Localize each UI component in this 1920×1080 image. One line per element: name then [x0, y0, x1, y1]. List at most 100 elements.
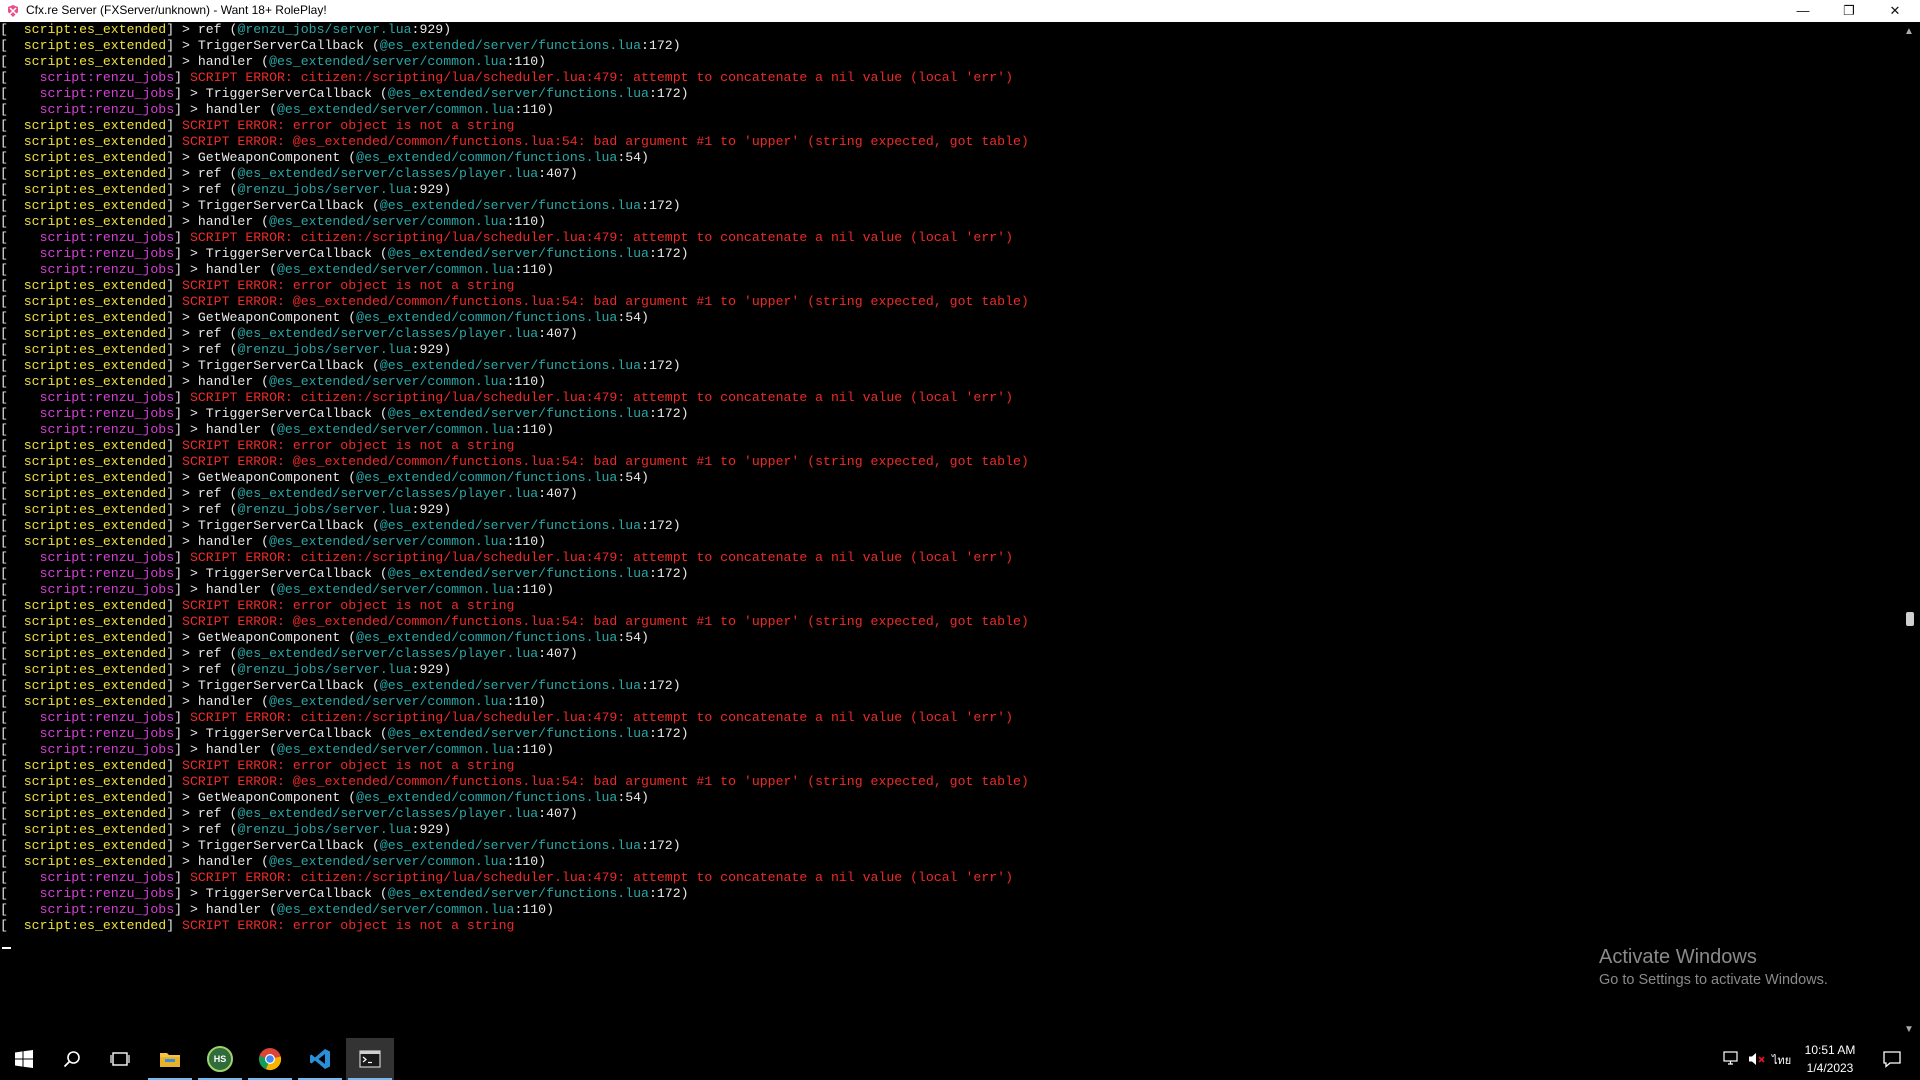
line-location: :110): [506, 694, 547, 709]
scroll-thumb[interactable]: [1906, 612, 1914, 626]
line-paren-open: (: [371, 678, 380, 693]
line-close-bracket: ]: [166, 918, 183, 933]
line-close-bracket: ]: [166, 22, 183, 37]
line-close-bracket: ]: [166, 774, 183, 789]
notification-icon: [1883, 1051, 1901, 1068]
line-source: script:es_extended: [23, 374, 167, 389]
chrome-button[interactable]: [246, 1038, 294, 1080]
minimize-button[interactable]: —: [1780, 0, 1826, 22]
console-line: [ script:renzu_jobs] SCRIPT ERROR: citiz…: [0, 550, 1029, 566]
line-close-bracket: ]: [166, 598, 183, 613]
console-line: [ script:es_extended] > GetWeaponCompone…: [0, 470, 1029, 486]
line-open-bracket: [: [0, 918, 24, 933]
line-message: SCRIPT ERROR: citizen:/scripting/lua/sch…: [189, 710, 1013, 725]
line-message: > GetWeaponComponent: [182, 630, 349, 645]
line-file-path: @es_extended/server/functions.lua: [379, 358, 642, 373]
line-close-bracket: ]: [166, 662, 183, 677]
line-open-bracket: [: [0, 742, 40, 757]
notification-center-button[interactable]: [1872, 1038, 1912, 1080]
line-open-bracket: [: [0, 246, 40, 261]
console-line: [ script:es_extended] SCRIPT ERROR: @es_…: [0, 294, 1029, 310]
line-message: > GetWeaponComponent: [182, 470, 349, 485]
line-open-bracket: [: [0, 502, 24, 517]
search-button[interactable]: [48, 1038, 96, 1080]
line-message: SCRIPT ERROR: error object is not a stri…: [182, 278, 515, 293]
line-source: script:es_extended: [23, 534, 167, 549]
line-source: script:renzu_jobs: [39, 422, 175, 437]
line-close-bracket: ]: [174, 86, 190, 101]
line-file-path: @es_extended/server/functions.lua: [379, 198, 642, 213]
scroll-up-arrow-icon[interactable]: ▲: [1904, 26, 1914, 37]
line-source: script:renzu_jobs: [39, 902, 175, 917]
restore-button[interactable]: ❐: [1826, 0, 1872, 22]
console-line: [ script:renzu_jobs] > handler (@es_exte…: [0, 102, 1029, 118]
line-open-bracket: [: [0, 198, 24, 213]
input-language[interactable]: ไทย: [1772, 1051, 1791, 1069]
volume-muted-icon[interactable]: [1748, 1051, 1766, 1067]
line-paren-open: (: [379, 726, 388, 741]
line-close-bracket: ]: [166, 134, 183, 149]
line-source: script:es_extended: [23, 630, 167, 645]
line-message: > ref: [182, 646, 230, 661]
line-source: script:es_extended: [23, 214, 167, 229]
start-button[interactable]: [0, 1038, 48, 1080]
file-explorer-button[interactable]: [146, 1038, 194, 1080]
vertical-scrollbar[interactable]: ▲ ▼: [1900, 22, 1920, 1038]
line-open-bracket: [: [0, 758, 24, 773]
hs-app-button[interactable]: HS: [196, 1038, 244, 1080]
line-message: > handler: [182, 854, 262, 869]
line-source: script:renzu_jobs: [39, 870, 175, 885]
line-close-bracket: ]: [166, 758, 183, 773]
line-close-bracket: ]: [166, 326, 183, 341]
line-open-bracket: [: [0, 262, 40, 277]
terminal-button[interactable]: [346, 1038, 394, 1080]
taskbar: HS ไทย 10:51 AM 1/4/2023: [0, 1038, 1920, 1080]
close-button[interactable]: ✕: [1872, 0, 1918, 22]
line-close-bracket: ]: [166, 454, 183, 469]
line-file-path: @renzu_jobs/server.lua: [237, 502, 412, 517]
line-message: > TriggerServerCallback: [189, 566, 380, 581]
vscode-button[interactable]: [296, 1038, 344, 1080]
system-clock[interactable]: 10:51 AM 1/4/2023: [1790, 1041, 1870, 1077]
text-cursor: [2, 947, 11, 949]
console-line: [ script:renzu_jobs] > handler (@es_exte…: [0, 902, 1029, 918]
line-file-path: @es_extended/server/classes/player.lua: [237, 486, 539, 501]
line-open-bracket: [: [0, 486, 24, 501]
window-title: Cfx.re Server (FXServer/unknown) - Want …: [26, 3, 327, 17]
line-open-bracket: [: [0, 278, 24, 293]
line-close-bracket: ]: [166, 294, 183, 309]
line-open-bracket: [: [0, 582, 40, 597]
line-source: script:renzu_jobs: [39, 70, 175, 85]
console-line: [ script:es_extended] > TriggerServerCal…: [0, 518, 1029, 534]
line-close-bracket: ]: [174, 406, 190, 421]
line-paren-open: (: [261, 694, 270, 709]
network-icon[interactable]: [1723, 1051, 1741, 1067]
line-source: script:es_extended: [23, 790, 167, 805]
line-message: SCRIPT ERROR: @es_extended/common/functi…: [182, 614, 1029, 629]
line-location: :54): [617, 790, 649, 805]
console-line: [ script:es_extended] SCRIPT ERROR: erro…: [0, 438, 1029, 454]
line-location: :110): [514, 262, 555, 277]
line-location: :54): [617, 150, 649, 165]
line-message: SCRIPT ERROR: citizen:/scripting/lua/sch…: [189, 550, 1013, 565]
line-source: script:es_extended: [23, 118, 167, 133]
line-location: :929): [411, 22, 452, 37]
line-location: :110): [514, 582, 555, 597]
line-close-bracket: ]: [166, 630, 183, 645]
console-output[interactable]: [ script:es_extended] > ref ( @renzu_jobs…: [0, 22, 1900, 1038]
console-line: [ script:es_extended] SCRIPT ERROR: @es_…: [0, 614, 1029, 630]
line-location: :929): [411, 662, 452, 677]
line-open-bracket: [: [0, 342, 24, 357]
line-file-path: @es_extended/server/common.lua: [277, 422, 515, 437]
console-line: [ script:es_extended] > GetWeaponCompone…: [0, 630, 1029, 646]
line-message: > TriggerServerCallback: [182, 38, 372, 53]
console-line: [ script:es_extended] > TriggerServerCal…: [0, 678, 1029, 694]
line-open-bracket: [: [0, 630, 24, 645]
task-view-button[interactable]: [96, 1038, 144, 1080]
line-close-bracket: ]: [166, 214, 183, 229]
window-title-bar[interactable]: Cfx.re Server (FXServer/unknown) - Want …: [0, 0, 1920, 22]
line-file-path: @es_extended/server/common.lua: [277, 102, 515, 117]
scroll-down-arrow-icon[interactable]: ▼: [1904, 1024, 1914, 1035]
line-close-bracket: ]: [166, 838, 183, 853]
line-file-path: @es_extended/common/functions.lua: [356, 790, 618, 805]
